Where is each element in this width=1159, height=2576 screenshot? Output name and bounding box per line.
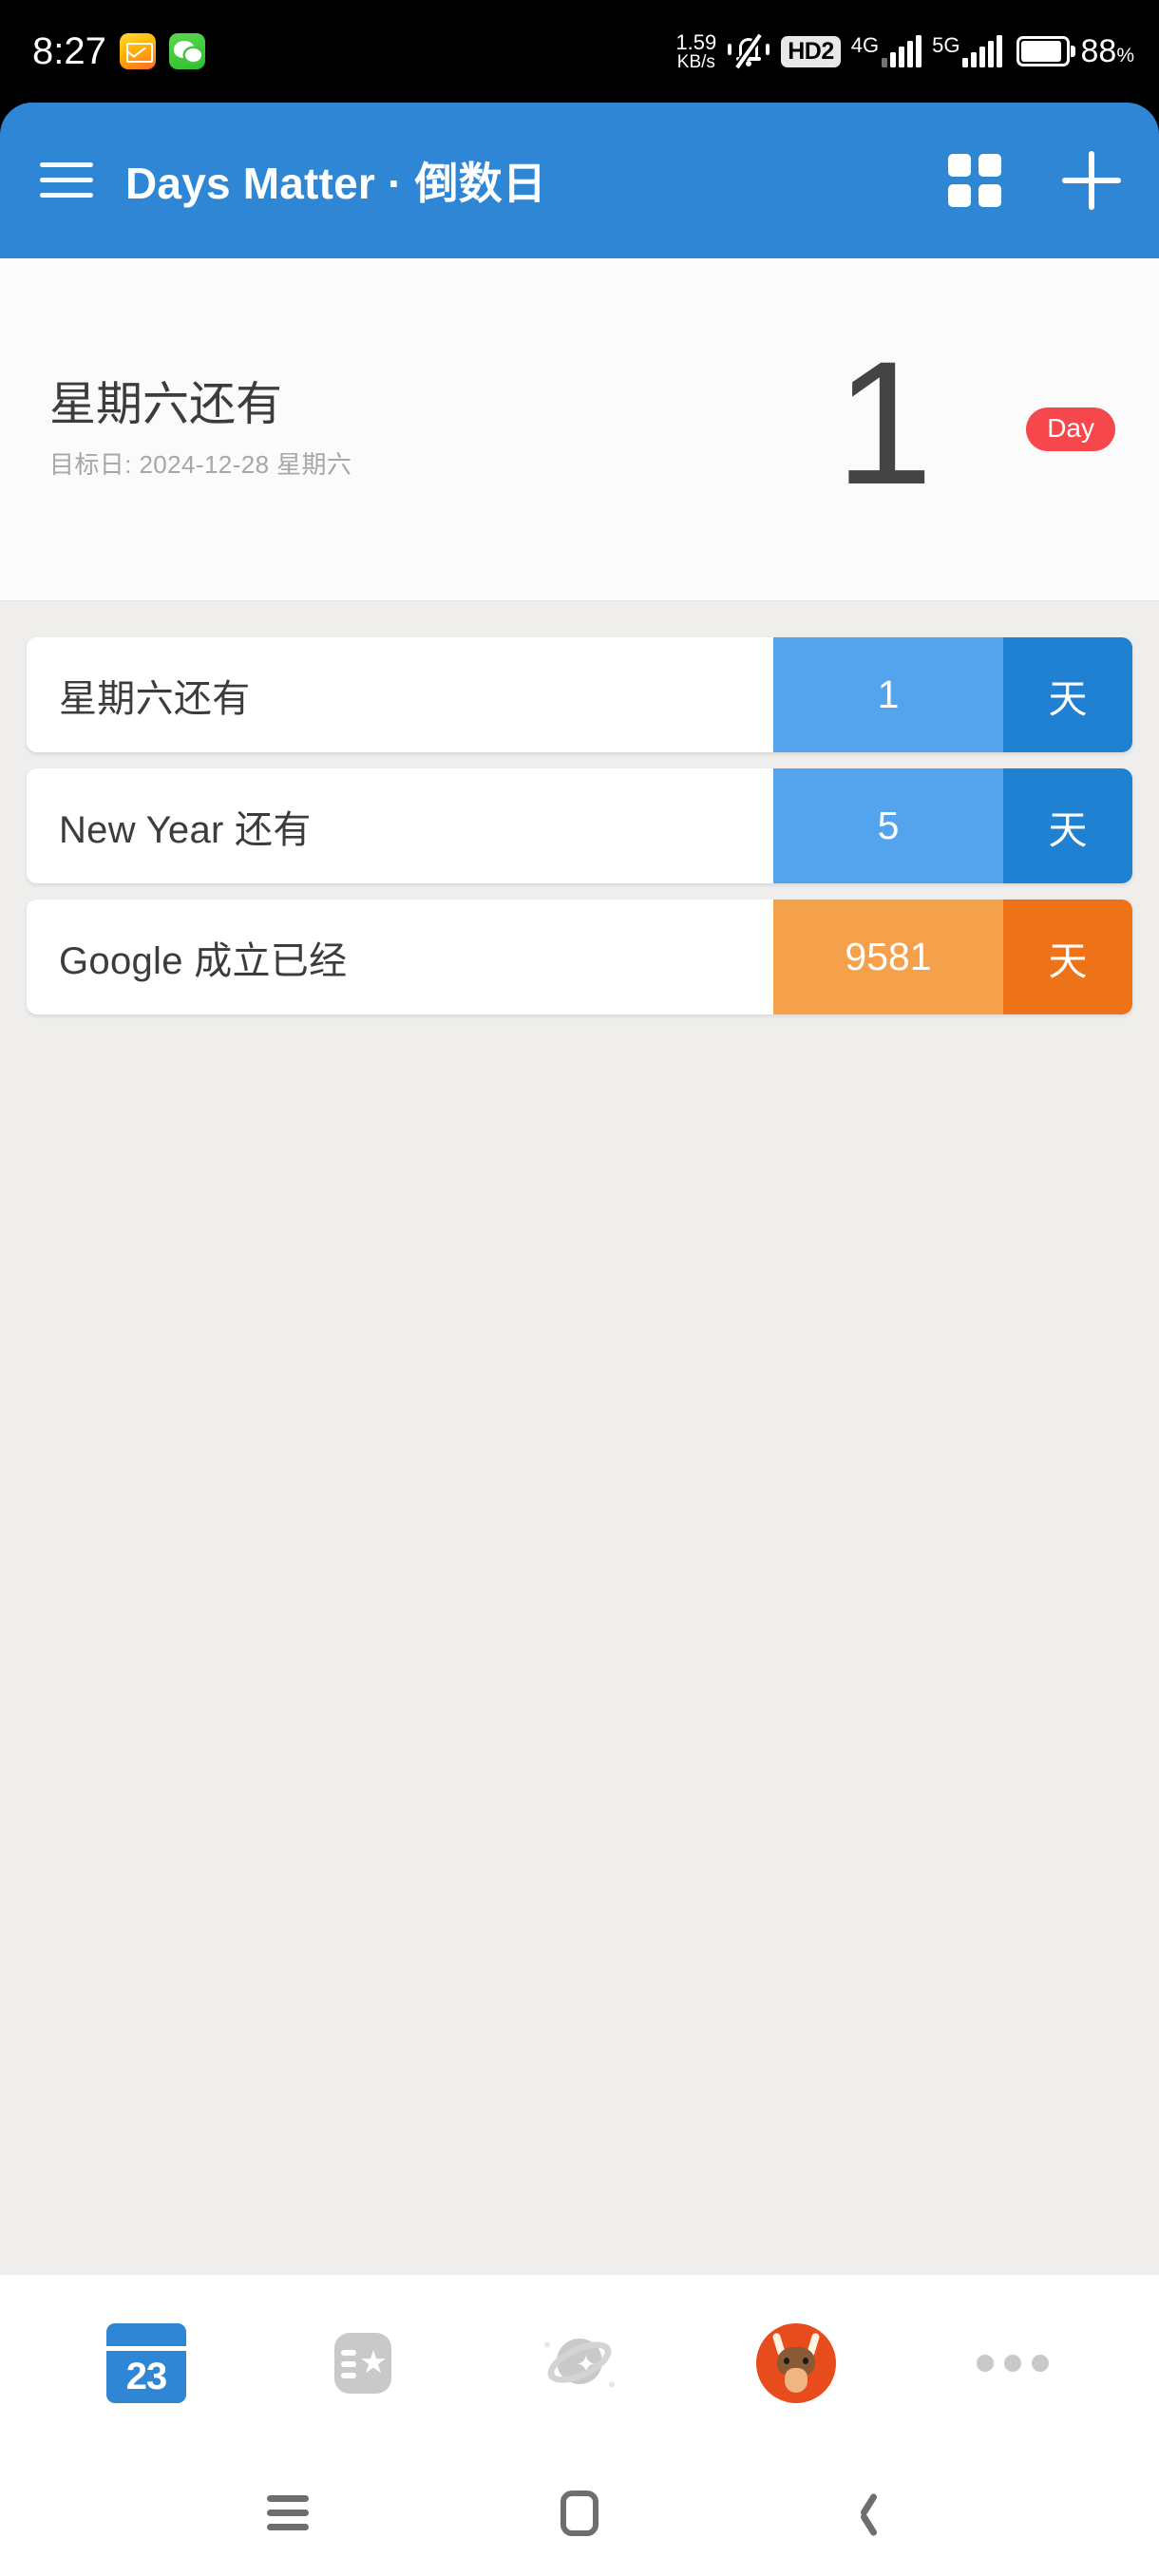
mail-icon xyxy=(119,33,156,69)
list-item-unit: 天 xyxy=(1003,900,1132,1014)
status-time: 8:27 xyxy=(32,29,106,72)
calendar-day-number: 23 xyxy=(106,2350,186,2403)
battery-percent-value: 88 xyxy=(1080,32,1117,69)
home-icon xyxy=(560,2491,598,2536)
countdown-list: 星期六还有 1 天 New Year 还有 5 天 Google 成立已经 95… xyxy=(0,601,1159,1014)
sim1-network-label: 4G xyxy=(850,33,880,57)
status-bar: 8:27 1.59 KB/s HD2 4G 5G 88% xyxy=(0,0,1159,103)
list-item-title: 星期六还有 xyxy=(27,637,773,752)
sim2-signal-icon: 5G xyxy=(932,33,1003,67)
ticket-star-icon: ★ xyxy=(323,2323,403,2403)
back-icon xyxy=(855,2490,887,2537)
network-speed: 1.59 KB/s xyxy=(675,29,717,72)
list-item-unit: 天 xyxy=(1003,768,1132,883)
list-item-count: 1 xyxy=(773,637,1003,752)
list-item-unit: 天 xyxy=(1003,637,1132,752)
vibrate-off-icon xyxy=(727,32,770,70)
battery-icon xyxy=(1016,36,1076,66)
main-content: 星期六还有 目标日: 2024-12-28 星期六 1 Day 星期六还有 1 … xyxy=(0,258,1159,2275)
planet-saturn-icon: ✦ • • xyxy=(542,2332,618,2396)
status-bar-right: 1.59 KB/s HD2 4G 5G 88% xyxy=(675,29,1134,72)
featured-day-count: 1 xyxy=(835,325,933,521)
dock-item-ox-mascot[interactable] xyxy=(744,2311,848,2415)
add-plus-icon[interactable] xyxy=(1062,151,1121,210)
network-speed-unit: KB/s xyxy=(676,51,715,72)
android-nav-bar xyxy=(0,2451,1159,2576)
dock-item-more[interactable] xyxy=(960,2311,1065,2415)
recents-button[interactable] xyxy=(231,2471,345,2556)
featured-unit-badge: Day xyxy=(1026,407,1115,451)
wechat-icon xyxy=(168,33,205,69)
back-button[interactable] xyxy=(814,2471,928,2556)
page-title: Days Matter · 倒数日 xyxy=(125,159,547,208)
network-speed-value: 1.59 xyxy=(675,29,717,54)
table-row[interactable]: Google 成立已经 9581 天 xyxy=(27,900,1132,1014)
featured-text-group: 星期六还有 目标日: 2024-12-28 星期六 xyxy=(49,378,352,482)
sim2-network-label: 5G xyxy=(932,33,960,57)
battery-percent-symbol: % xyxy=(1116,44,1134,66)
list-item-count: 5 xyxy=(773,768,1003,883)
more-dots-icon xyxy=(977,2354,1049,2372)
app-dock: 23 ★ ✦ • • xyxy=(0,2275,1159,2451)
grid-view-icon[interactable] xyxy=(948,154,1001,207)
list-item-title: New Year 还有 xyxy=(27,768,773,883)
list-item-title: Google 成立已经 xyxy=(27,900,773,1014)
status-bar-left: 8:27 xyxy=(32,30,205,73)
table-row[interactable]: 星期六还有 1 天 xyxy=(27,637,1132,752)
table-row[interactable]: New Year 还有 5 天 xyxy=(27,768,1132,883)
calendar-23-icon: 23 xyxy=(106,2322,186,2403)
list-item-count: 9581 xyxy=(773,900,1003,1014)
home-button[interactable] xyxy=(522,2471,636,2556)
recents-icon xyxy=(267,2492,310,2534)
sim1-signal-icon: 4G xyxy=(851,35,922,67)
featured-target-date: 目标日: 2024-12-28 星期六 xyxy=(49,450,352,480)
phone-screen: 8:27 1.59 KB/s HD2 4G 5G 88% Days Matter… xyxy=(0,0,1159,2576)
dock-item-planet[interactable]: ✦ • • xyxy=(527,2311,632,2415)
hamburger-menu-icon[interactable] xyxy=(40,159,93,202)
dock-item-calendar[interactable]: 23 xyxy=(94,2311,199,2415)
hd-voice-icon: HD2 xyxy=(781,35,841,67)
featured-countdown-card[interactable]: 星期六还有 目标日: 2024-12-28 星期六 1 Day xyxy=(0,258,1159,601)
featured-title: 星期六还有 xyxy=(49,378,283,430)
battery-percent: 88% xyxy=(1080,33,1134,70)
app-bar: Days Matter · 倒数日 xyxy=(0,103,1159,258)
ox-mascot-icon xyxy=(756,2322,836,2403)
dock-item-ticket[interactable]: ★ xyxy=(311,2311,415,2415)
